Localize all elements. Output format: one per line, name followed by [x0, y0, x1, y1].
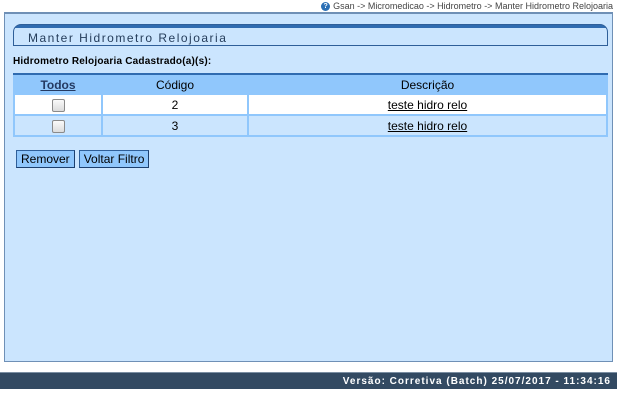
row-checkbox-cell	[15, 95, 101, 114]
row-descricao-link[interactable]: teste hidro relo	[388, 119, 467, 133]
row-descricao-link[interactable]: teste hidro relo	[388, 98, 467, 112]
main-panel: Manter Hidrometro Relojoaria Hidrometro …	[4, 12, 613, 362]
results-table: Todos Código Descrição 2 teste hidro rel…	[13, 73, 608, 137]
help-icon[interactable]: ?	[321, 1, 331, 11]
row-checkbox[interactable]	[51, 98, 65, 112]
breadcrumb: ? Gsan -> Micromedicao -> Hidrometro -> …	[321, 0, 613, 12]
voltar-filtro-button[interactable]: Voltar Filtro	[78, 150, 150, 168]
title-bar: Manter Hidrometro Relojoaria	[13, 24, 608, 46]
table-header-row: Todos Código Descrição	[15, 77, 606, 93]
select-all-header[interactable]: Todos	[15, 77, 101, 93]
table-row: 3 teste hidro relo	[15, 116, 606, 135]
row-codigo: 3	[103, 116, 247, 135]
row-codigo: 2	[103, 95, 247, 114]
remover-button[interactable]: Remover	[16, 150, 75, 168]
codigo-header: Código	[103, 77, 247, 93]
section-label: Hidrometro Relojoaria Cadastrado(a)(s):	[13, 56, 212, 67]
version-footer: Versão: Corretiva (Batch) 25/07/2017 - 1…	[0, 372, 617, 389]
table-row: 2 teste hidro relo	[15, 95, 606, 114]
action-buttons: Remover Voltar Filtro	[16, 150, 150, 168]
row-checkbox-cell	[15, 116, 101, 135]
row-descricao-cell: teste hidro relo	[249, 116, 606, 135]
page-title: Manter Hidrometro Relojoaria	[28, 31, 228, 45]
row-checkbox[interactable]	[51, 119, 65, 133]
breadcrumb-text: Gsan -> Micromedicao -> Hidrometro -> Ma…	[333, 1, 613, 11]
descricao-header: Descrição	[249, 77, 606, 93]
row-descricao-cell: teste hidro relo	[249, 95, 606, 114]
